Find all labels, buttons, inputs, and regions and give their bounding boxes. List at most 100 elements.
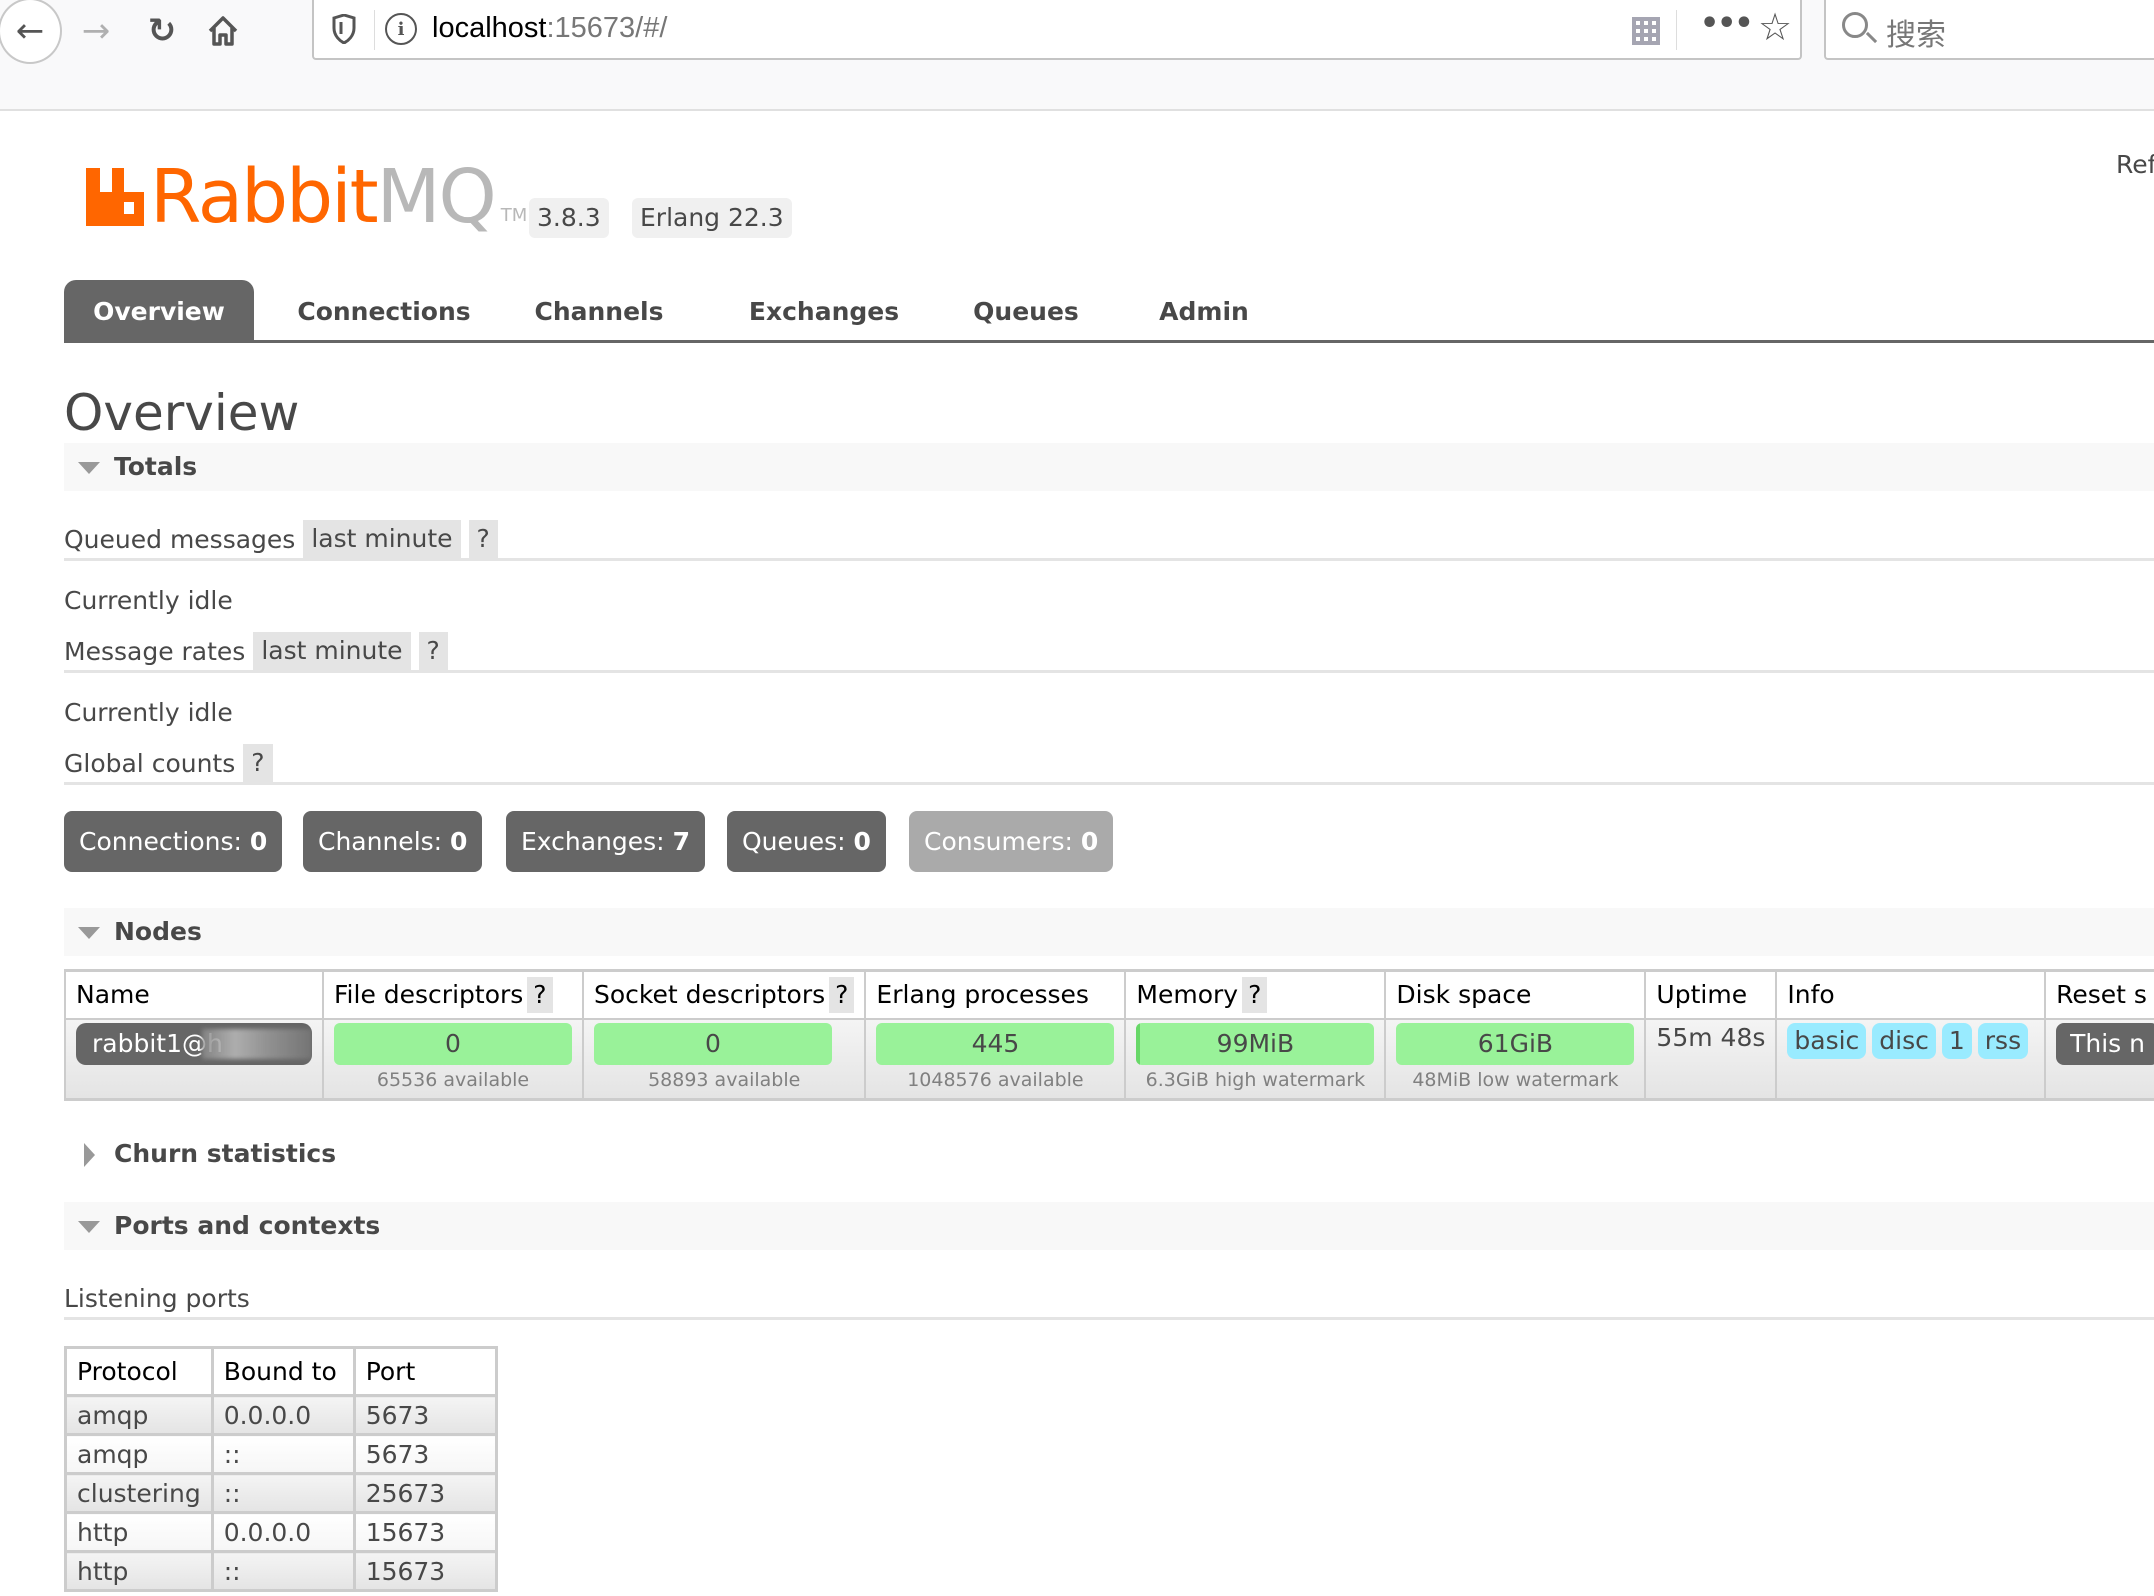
column-header-memory: Memory? <box>1124 969 1387 1020</box>
bar-value: 445 <box>971 1028 1020 1058</box>
ports-section-toggle[interactable]: Ports and contexts <box>64 1202 2154 1250</box>
url-bar[interactable]: i localhost:15673/#/ ••• ☆ <box>312 0 1802 60</box>
erlang-processes-cell: 445 1048576 available <box>864 1017 1127 1101</box>
section-title: Totals <box>114 452 198 481</box>
url-host: localhost <box>432 12 547 44</box>
port-row: http:: 15673 <box>64 1550 498 1592</box>
help-button[interactable]: ? <box>1242 976 1268 1013</box>
memory-cell: 99MiB 6.3GiB high watermark <box>1124 1017 1387 1101</box>
protocol: clustering <box>64 1472 214 1514</box>
tab-exchanges[interactable]: Exchanges <box>724 280 924 340</box>
column-header-file-descriptors: File descriptors? <box>322 969 584 1020</box>
url-text[interactable]: localhost:15673/#/ <box>432 12 667 45</box>
count-value: 0 <box>450 827 468 856</box>
port-row: http 0.0.0.0 15673 <box>64 1511 498 1553</box>
info-tag-basic[interactable]: basic <box>1787 1022 1867 1059</box>
listening-ports-label: Listening ports <box>64 1284 250 1313</box>
rates-status: Currently idle <box>64 698 233 727</box>
tab-channels[interactable]: Channels <box>524 280 674 340</box>
more-icon[interactable]: ••• <box>1700 6 1754 41</box>
queued-range-selector[interactable]: last minute <box>303 520 461 558</box>
bar-subtext: 65536 available <box>376 1068 530 1091</box>
header-label: Reset s <box>2056 980 2147 1010</box>
count-value: 0 <box>249 827 268 856</box>
column-header-name: Name <box>64 969 324 1020</box>
column-header-protocol: Protocol <box>64 1346 214 1397</box>
socket-descriptors-cell: 0 58893 available <box>581 1017 867 1101</box>
port-row: clustering:: 25673 <box>64 1472 498 1514</box>
tab-connections[interactable]: Connections <box>284 280 484 340</box>
version-badge: 3.8.3 <box>529 198 609 238</box>
file-descriptors-cell: 0 65536 available <box>322 1017 584 1101</box>
nodes-table: Name File descriptors? Socket descriptor… <box>64 969 2154 1101</box>
tab-queues[interactable]: Queues <box>944 280 1108 340</box>
column-header-uptime: Uptime <box>1644 969 1778 1020</box>
rabbitmq-logo[interactable]: Rabbit MQ TM <box>86 154 527 240</box>
port: 5673 <box>352 1433 498 1475</box>
tab-admin[interactable]: Admin <box>1124 280 1284 340</box>
header-label: Disk space <box>1396 980 1532 1010</box>
search-input[interactable]: 搜索 <box>1824 0 2154 60</box>
info-tag-count[interactable]: 1 <box>1941 1022 1972 1059</box>
separator <box>1676 10 1677 50</box>
reload-button[interactable]: ↻ <box>140 0 184 62</box>
count-value: 0 <box>853 827 871 856</box>
info-tag-disc[interactable]: disc <box>1872 1022 1936 1059</box>
collapse-triangle-icon <box>78 927 100 939</box>
channels-count-button[interactable]: Channels: 0 <box>303 811 483 872</box>
queues-count-button[interactable]: Queues: 0 <box>727 811 886 872</box>
forward-button[interactable]: → <box>76 0 116 62</box>
column-header-disk-space: Disk space <box>1384 969 1647 1020</box>
bound-to: :: <box>210 1472 356 1514</box>
header-label: Uptime <box>1656 980 1748 1010</box>
column-header-erlang-processes: Erlang processes <box>864 969 1127 1020</box>
redacted-hostname <box>202 1028 312 1059</box>
protocol: http <box>64 1550 214 1592</box>
churn-section-toggle[interactable]: Churn statistics <box>64 1130 2154 1178</box>
protocol: amqp <box>64 1394 214 1436</box>
nodes-section-toggle[interactable]: Nodes <box>64 908 2154 956</box>
tab-overview[interactable]: Overview <box>64 280 254 340</box>
help-button[interactable]: ? <box>243 744 273 782</box>
help-button[interactable]: ? <box>418 632 448 670</box>
reset-stats-button[interactable]: This n <box>2056 1022 2154 1065</box>
reload-icon: ↻ <box>147 11 177 51</box>
bound-to: :: <box>210 1433 356 1475</box>
back-button[interactable]: ← <box>0 0 62 64</box>
header-label: Name <box>76 980 150 1010</box>
protocol: http <box>64 1511 214 1553</box>
logo-text-mq: MQ <box>376 154 497 240</box>
count-label: Queues: <box>742 827 854 856</box>
help-button[interactable]: ? <box>468 520 498 558</box>
bookmark-star-icon[interactable]: ☆ <box>1758 5 1792 49</box>
erlang-version-badge: Erlang 22.3 <box>632 198 792 238</box>
node-name-link[interactable]: rabbit1@h <box>76 1022 312 1065</box>
home-icon <box>208 16 238 46</box>
disk-space-bar: 61GiB <box>1396 1022 1635 1065</box>
help-button[interactable]: ? <box>527 976 553 1013</box>
column-header-port: Port <box>352 1346 498 1397</box>
help-button[interactable]: ? <box>829 976 855 1013</box>
totals-section-toggle[interactable]: Totals <box>64 443 2154 491</box>
home-button[interactable] <box>200 0 246 62</box>
message-rates-label: Message rates <box>64 637 246 666</box>
collapse-triangle-icon <box>78 462 100 474</box>
queued-messages-label: Queued messages <box>64 525 296 554</box>
shield-icon[interactable] <box>332 14 356 44</box>
connections-count-button[interactable]: Connections: 0 <box>64 811 283 872</box>
uptime-cell: 55m 48s <box>1644 1017 1778 1101</box>
arrow-right-icon: → <box>81 11 111 51</box>
exchanges-count-button[interactable]: Exchanges: 7 <box>506 811 705 872</box>
header-label: Erlang processes <box>876 980 1089 1010</box>
info-tag-rss[interactable]: rss <box>1977 1022 2029 1059</box>
count-label: Connections: <box>79 827 250 856</box>
port: 25673 <box>352 1472 498 1514</box>
main-nav-tabs: Overview Connections Channels Exchanges … <box>64 280 2154 343</box>
info-icon[interactable]: i <box>385 13 417 45</box>
qr-code-icon[interactable] <box>1632 17 1660 45</box>
header-label: Memory <box>1136 979 1239 1009</box>
section-title: Ports and contexts <box>114 1211 381 1240</box>
node-row: rabbit1@h 0 65536 available 0 58893 avai… <box>64 1017 2154 1101</box>
rates-range-selector[interactable]: last minute <box>253 632 411 670</box>
global-counts-label: Global counts <box>64 749 236 778</box>
